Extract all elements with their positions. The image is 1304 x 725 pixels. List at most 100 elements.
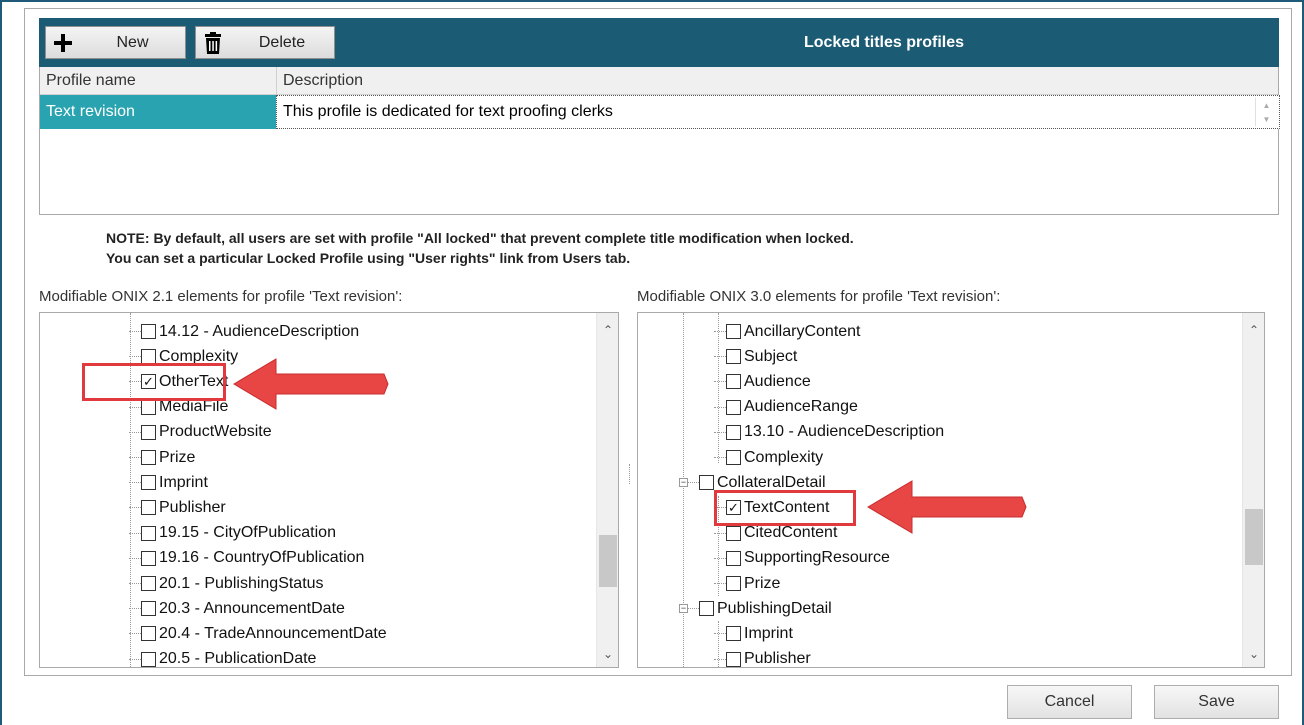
- tree-item[interactable]: Prize: [141, 445, 195, 470]
- tree-item[interactable]: Publisher: [141, 495, 226, 520]
- checkbox[interactable]: [141, 525, 156, 541]
- checkbox[interactable]: [141, 349, 156, 365]
- tree-item[interactable]: 20.4 - TradeAnnouncementDate: [141, 621, 387, 646]
- tree-item[interactable]: 14.12 - AudienceDescription: [141, 319, 359, 344]
- profile-name-cell[interactable]: Text revision: [40, 95, 276, 129]
- column-header-description[interactable]: Description: [277, 67, 363, 95]
- checkbox[interactable]: [699, 601, 714, 617]
- checkbox[interactable]: [726, 399, 741, 415]
- collapse-icon[interactable]: −: [679, 604, 688, 614]
- othertext-highlight: [82, 363, 226, 401]
- tree-item[interactable]: 19.15 - CityOfPublication: [141, 521, 336, 546]
- description-cell[interactable]: ▲ ▼: [276, 95, 1280, 129]
- tree-item[interactable]: 19.16 - CountryOfPublication: [141, 546, 364, 571]
- scroll-down-icon[interactable]: ⌄: [1243, 643, 1264, 665]
- tree-connector: [129, 658, 141, 660]
- tree-item-label: 20.5 - PublicationDate: [159, 650, 317, 668]
- tree-item-label: Imprint: [744, 624, 793, 642]
- spin-up-icon[interactable]: ▲: [1263, 101, 1271, 110]
- tree-item-label: 19.16 - CountryOfPublication: [159, 549, 365, 567]
- tree-item[interactable]: SupportingResource: [726, 546, 890, 571]
- checkbox[interactable]: [726, 424, 741, 440]
- description-input[interactable]: [277, 96, 1247, 128]
- tree-item[interactable]: Publisher: [726, 647, 811, 668]
- annotation-arrow-icon: [233, 358, 389, 410]
- tree-connector: [129, 633, 141, 635]
- tree-item-label: ProductWebsite: [159, 423, 272, 441]
- checkbox[interactable]: [141, 576, 156, 591]
- checkbox[interactable]: [141, 324, 156, 339]
- checkbox[interactable]: [141, 626, 156, 642]
- column-header-profile-name[interactable]: Profile name: [40, 67, 276, 95]
- profiles-toolbar: New Delete Locked titles profiles: [39, 18, 1279, 67]
- textcontent-highlight: [714, 490, 856, 526]
- tree-item[interactable]: ProductWebsite: [141, 420, 272, 445]
- checkbox[interactable]: [141, 500, 156, 516]
- tree-connector: [129, 331, 141, 332]
- spin-down-icon[interactable]: ▼: [1263, 115, 1271, 124]
- checkbox[interactable]: [141, 450, 156, 465]
- tree-item-label: Publisher: [744, 650, 811, 668]
- tree-item[interactable]: AncillaryContent: [726, 319, 861, 344]
- checkbox[interactable]: [726, 349, 741, 365]
- tree-connector: [714, 431, 726, 433]
- tree-connector: [129, 482, 141, 484]
- tree-connector: [129, 507, 141, 509]
- tree-connector: [129, 356, 141, 358]
- checkbox[interactable]: [726, 324, 741, 339]
- scroll-thumb[interactable]: [599, 535, 617, 587]
- tree-item-label: Audience: [744, 372, 811, 390]
- checkbox[interactable]: [141, 475, 156, 491]
- tree-connector: [683, 313, 684, 667]
- scroll-up-icon[interactable]: ⌃: [597, 319, 618, 341]
- checkbox[interactable]: [726, 450, 741, 465]
- description-spinner[interactable]: ▲ ▼: [1255, 98, 1277, 126]
- cancel-button[interactable]: Cancel: [1007, 685, 1132, 719]
- onix21-scrollbar[interactable]: ⌃ ⌄: [596, 313, 618, 667]
- tree-item[interactable]: 20.5 - PublicationDate: [141, 647, 317, 668]
- tree-connector: [718, 313, 719, 463]
- plus-icon: [46, 33, 80, 53]
- tree-connector: [714, 457, 726, 458]
- tree-item[interactable]: Audience: [726, 369, 811, 394]
- checkbox[interactable]: [726, 374, 741, 390]
- checkbox[interactable]: [726, 626, 741, 642]
- save-button[interactable]: Save: [1154, 685, 1279, 719]
- scroll-thumb[interactable]: [1245, 509, 1263, 565]
- scroll-down-icon[interactable]: ⌄: [597, 643, 618, 665]
- checkbox[interactable]: [141, 651, 156, 667]
- checkbox[interactable]: [699, 475, 714, 491]
- tree-item-label: PublishingDetail: [717, 599, 832, 617]
- tree-item[interactable]: Imprint: [726, 621, 793, 646]
- tree-item-label: Prize: [744, 574, 781, 592]
- checkbox[interactable]: [141, 399, 156, 415]
- trash-icon: [196, 31, 230, 54]
- checkbox[interactable]: [726, 651, 741, 667]
- tree-item[interactable]: 20.1 - PublishingStatus: [141, 571, 324, 596]
- tree-item[interactable]: 13.10 - AudienceDescription: [726, 420, 944, 445]
- scroll-up-icon[interactable]: ⌃: [1243, 319, 1264, 341]
- note-text: NOTE: By default, all users are set with…: [106, 228, 854, 268]
- tree-item-label: Complexity: [744, 448, 824, 466]
- checkbox[interactable]: [141, 550, 156, 566]
- checkbox[interactable]: [726, 576, 741, 591]
- new-button[interactable]: New: [45, 26, 186, 59]
- onix30-scrollbar[interactable]: ⌃ ⌄: [1242, 313, 1264, 667]
- tree-item[interactable]: Subject: [726, 344, 797, 369]
- tree-item[interactable]: Imprint: [141, 470, 208, 495]
- checkbox[interactable]: [726, 525, 741, 541]
- checkbox[interactable]: [726, 550, 741, 566]
- tree-item[interactable]: AudienceRange: [726, 395, 858, 420]
- tree-item[interactable]: Complexity: [726, 445, 823, 470]
- tree-item-label: AncillaryContent: [744, 322, 861, 340]
- checkbox[interactable]: [141, 424, 156, 440]
- checkbox[interactable]: [141, 601, 156, 617]
- tree-item[interactable]: Prize: [726, 571, 780, 596]
- tree-item-label: Imprint: [159, 473, 208, 491]
- delete-button[interactable]: Delete: [195, 26, 335, 59]
- tree-item[interactable]: PublishingDetail: [699, 596, 832, 621]
- collapse-icon[interactable]: −: [679, 478, 688, 488]
- tree-connector: [714, 633, 726, 635]
- tree-item[interactable]: 20.3 - AnnouncementDate: [141, 596, 345, 621]
- panel-splitter[interactable]: [629, 464, 631, 484]
